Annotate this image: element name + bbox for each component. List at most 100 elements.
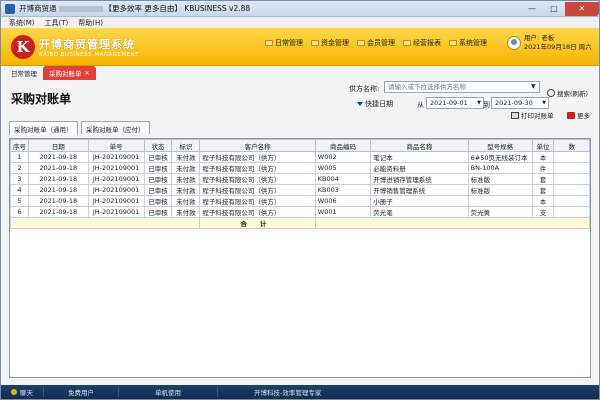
to-date-value: 2021-09-30 xyxy=(495,99,533,107)
shortcut-date-button[interactable]: 快捷日期 xyxy=(357,99,393,109)
close-icon[interactable]: ✕ xyxy=(85,70,90,77)
search-icon xyxy=(547,89,555,97)
license-status: 免费用户 xyxy=(44,387,119,397)
col-header[interactable]: 单位 xyxy=(531,139,555,152)
col-header[interactable]: 日期 xyxy=(27,139,89,152)
col-header[interactable]: 标识 xyxy=(171,139,201,152)
menu-help[interactable]: 帮助(H) xyxy=(78,18,103,28)
tab-label: 采购对账单 xyxy=(49,70,82,78)
chevron-down-icon[interactable]: ▼ xyxy=(531,83,536,90)
col-header[interactable]: 状态 xyxy=(143,139,173,152)
close-button[interactable]: ✕ xyxy=(565,1,599,16)
table-row[interactable]: 1 2021-09-18 JH-202109001 已审核 未付款 程子科技有限公司（供方… xyxy=(10,151,590,163)
nav-daily[interactable]: 日常管理 xyxy=(265,38,303,48)
folder-icon xyxy=(265,40,273,46)
print-label: 打印对账单 xyxy=(521,112,554,120)
nav-label: 会员管理 xyxy=(367,39,395,47)
nav-funds[interactable]: 资金管理 xyxy=(311,38,349,48)
table-cell: 2021-09-18 xyxy=(27,162,89,174)
table-cell: 未付款 xyxy=(171,184,201,196)
app-window: 开博商贸通 【更多效率 更多自由】 KBUSINESS v2.88 — □ ✕ 系… xyxy=(0,0,600,400)
table-cell: 未付款 xyxy=(171,195,201,207)
table-cell: 必能资料册 xyxy=(370,162,469,174)
table-cell: 笔记本 xyxy=(370,151,469,163)
user-name: 用户: 老板 xyxy=(524,34,555,42)
table-cell: 程子科技有限公司（供方） xyxy=(199,173,316,185)
search-refresh-button[interactable]: 搜索(刷新) xyxy=(547,88,588,98)
printer-icon xyxy=(511,111,519,119)
table-cell: 2021-09-18 xyxy=(27,151,89,163)
table-cell: 已审核 xyxy=(143,184,173,196)
more-label: 更多 xyxy=(577,112,590,120)
table-cell: 套 xyxy=(531,173,555,185)
tab-strip: 日常管理 采购对账单 ✕ xyxy=(1,66,599,80)
total-row-values xyxy=(314,217,590,229)
table-cell: 3 xyxy=(10,173,29,185)
more-button[interactable]: 更多 xyxy=(567,110,590,120)
col-header[interactable]: 商品名称 xyxy=(370,139,469,152)
menu-system[interactable]: 系统(M) xyxy=(9,18,35,28)
table-row[interactable]: 4 2021-09-18 JH-202109001 已审核 未付款 程子科技有限公司（供方… xyxy=(10,184,590,196)
menu-tools[interactable]: 工具(T) xyxy=(45,18,69,28)
to-date-picker[interactable]: 2021-09-30 ▼ xyxy=(491,97,549,109)
tab-daily-management[interactable]: 日常管理 xyxy=(11,68,37,80)
table-cell: JH-202109001 xyxy=(87,195,145,207)
more-icon xyxy=(567,111,575,119)
table-cell: 2021-09-18 xyxy=(27,173,89,185)
table-cell: KB004 xyxy=(314,173,372,185)
tab-purchase-statement[interactable]: 采购对账单 ✕ xyxy=(43,66,96,80)
table-cell: 已审核 xyxy=(143,195,173,207)
table-cell: 荧光笔 xyxy=(370,206,469,218)
table-row[interactable]: 3 2021-09-18 JH-202109001 已审核 未付款 程子科技有限公司（供方… xyxy=(10,173,590,185)
table-cell: 本 xyxy=(531,151,555,163)
nav-label: 日常管理 xyxy=(275,39,303,47)
chat-icon xyxy=(11,389,17,395)
logo: 开博商贸管理系统 KAIBO BUSINESS MANAGEMENT xyxy=(39,36,139,58)
company-status: 开博科技-效率管理专家 xyxy=(254,389,322,397)
col-header[interactable]: 单号 xyxy=(87,139,145,152)
minimize-button[interactable]: — xyxy=(521,2,543,16)
subtab-row: 采购对账单（通用） 采购对账单（应付） 打印对账单 更多 xyxy=(1,111,599,135)
col-header[interactable]: 客户名称 xyxy=(199,139,316,152)
table-cell: JH-202109001 xyxy=(87,184,145,196)
col-header[interactable]: 序号 xyxy=(10,139,29,152)
table-cell: 已审核 xyxy=(143,151,173,163)
table-row[interactable]: 2 2021-09-18 JH-202109001 已审核 未付款 程子科技有限公司（供方… xyxy=(10,162,590,174)
table-cell: 已审核 xyxy=(143,162,173,174)
table-cell: 未付款 xyxy=(171,206,201,218)
subtab-general[interactable]: 采购对账单（通用） xyxy=(9,121,78,135)
main-nav: 日常管理 资金管理 会员管理 经营报表 系统管理 xyxy=(265,38,487,48)
title-bar: 开博商贸通 【更多效率 更多自由】 KBUSINESS v2.88 — □ ✕ xyxy=(1,1,599,17)
nav-members[interactable]: 会员管理 xyxy=(357,38,395,48)
from-date-picker[interactable]: 2021-09-01 ▼ xyxy=(426,97,484,109)
col-header[interactable]: 型号规格 xyxy=(467,139,533,152)
table-cell: W002 xyxy=(314,151,372,163)
supplier-input[interactable] xyxy=(384,81,540,93)
triangle-down-icon xyxy=(357,102,363,106)
table-row[interactable]: 5 2021-09-18 JH-202109001 已审核 未付款 程子科技有限公司（供方… xyxy=(10,195,590,207)
table-cell: W006 xyxy=(314,195,372,207)
table-cell: 套 xyxy=(531,184,555,196)
table-cell: 2021-09-18 xyxy=(27,206,89,218)
table-cell: 件 xyxy=(531,162,555,174)
nav-reports[interactable]: 经营报表 xyxy=(403,38,441,48)
logo-en: KAIBO BUSINESS MANAGEMENT xyxy=(39,51,140,58)
col-header[interactable]: 数 xyxy=(553,139,590,152)
user-date: 2021年09月18日 周六 xyxy=(524,43,592,51)
col-header[interactable]: 商品编码 xyxy=(314,139,372,152)
nav-system[interactable]: 系统管理 xyxy=(449,38,487,48)
table-cell: 2 xyxy=(10,162,29,174)
table-cell: 程子科技有限公司（供方） xyxy=(199,206,316,218)
folder-icon xyxy=(449,40,457,46)
maximize-button[interactable]: □ xyxy=(543,2,565,16)
print-statement-button[interactable]: 打印对账单 xyxy=(511,110,554,120)
table-row[interactable]: 6 2021-09-18 JH-202109001 已审核 未付款 程子科技有限公司（供方… xyxy=(10,206,590,218)
search-refresh-label: 搜索(刷新) xyxy=(557,90,589,98)
table-cell xyxy=(553,162,590,174)
chat-button[interactable]: 聊天 xyxy=(1,387,44,397)
folder-icon xyxy=(357,40,365,46)
from-label: 从 xyxy=(417,101,424,109)
subtab-payable[interactable]: 采购对账单（应付） xyxy=(81,121,150,134)
table-cell: 程子科技有限公司（供方） xyxy=(199,162,316,174)
window-title-version: KBUSINESS v2.88 xyxy=(184,4,251,13)
